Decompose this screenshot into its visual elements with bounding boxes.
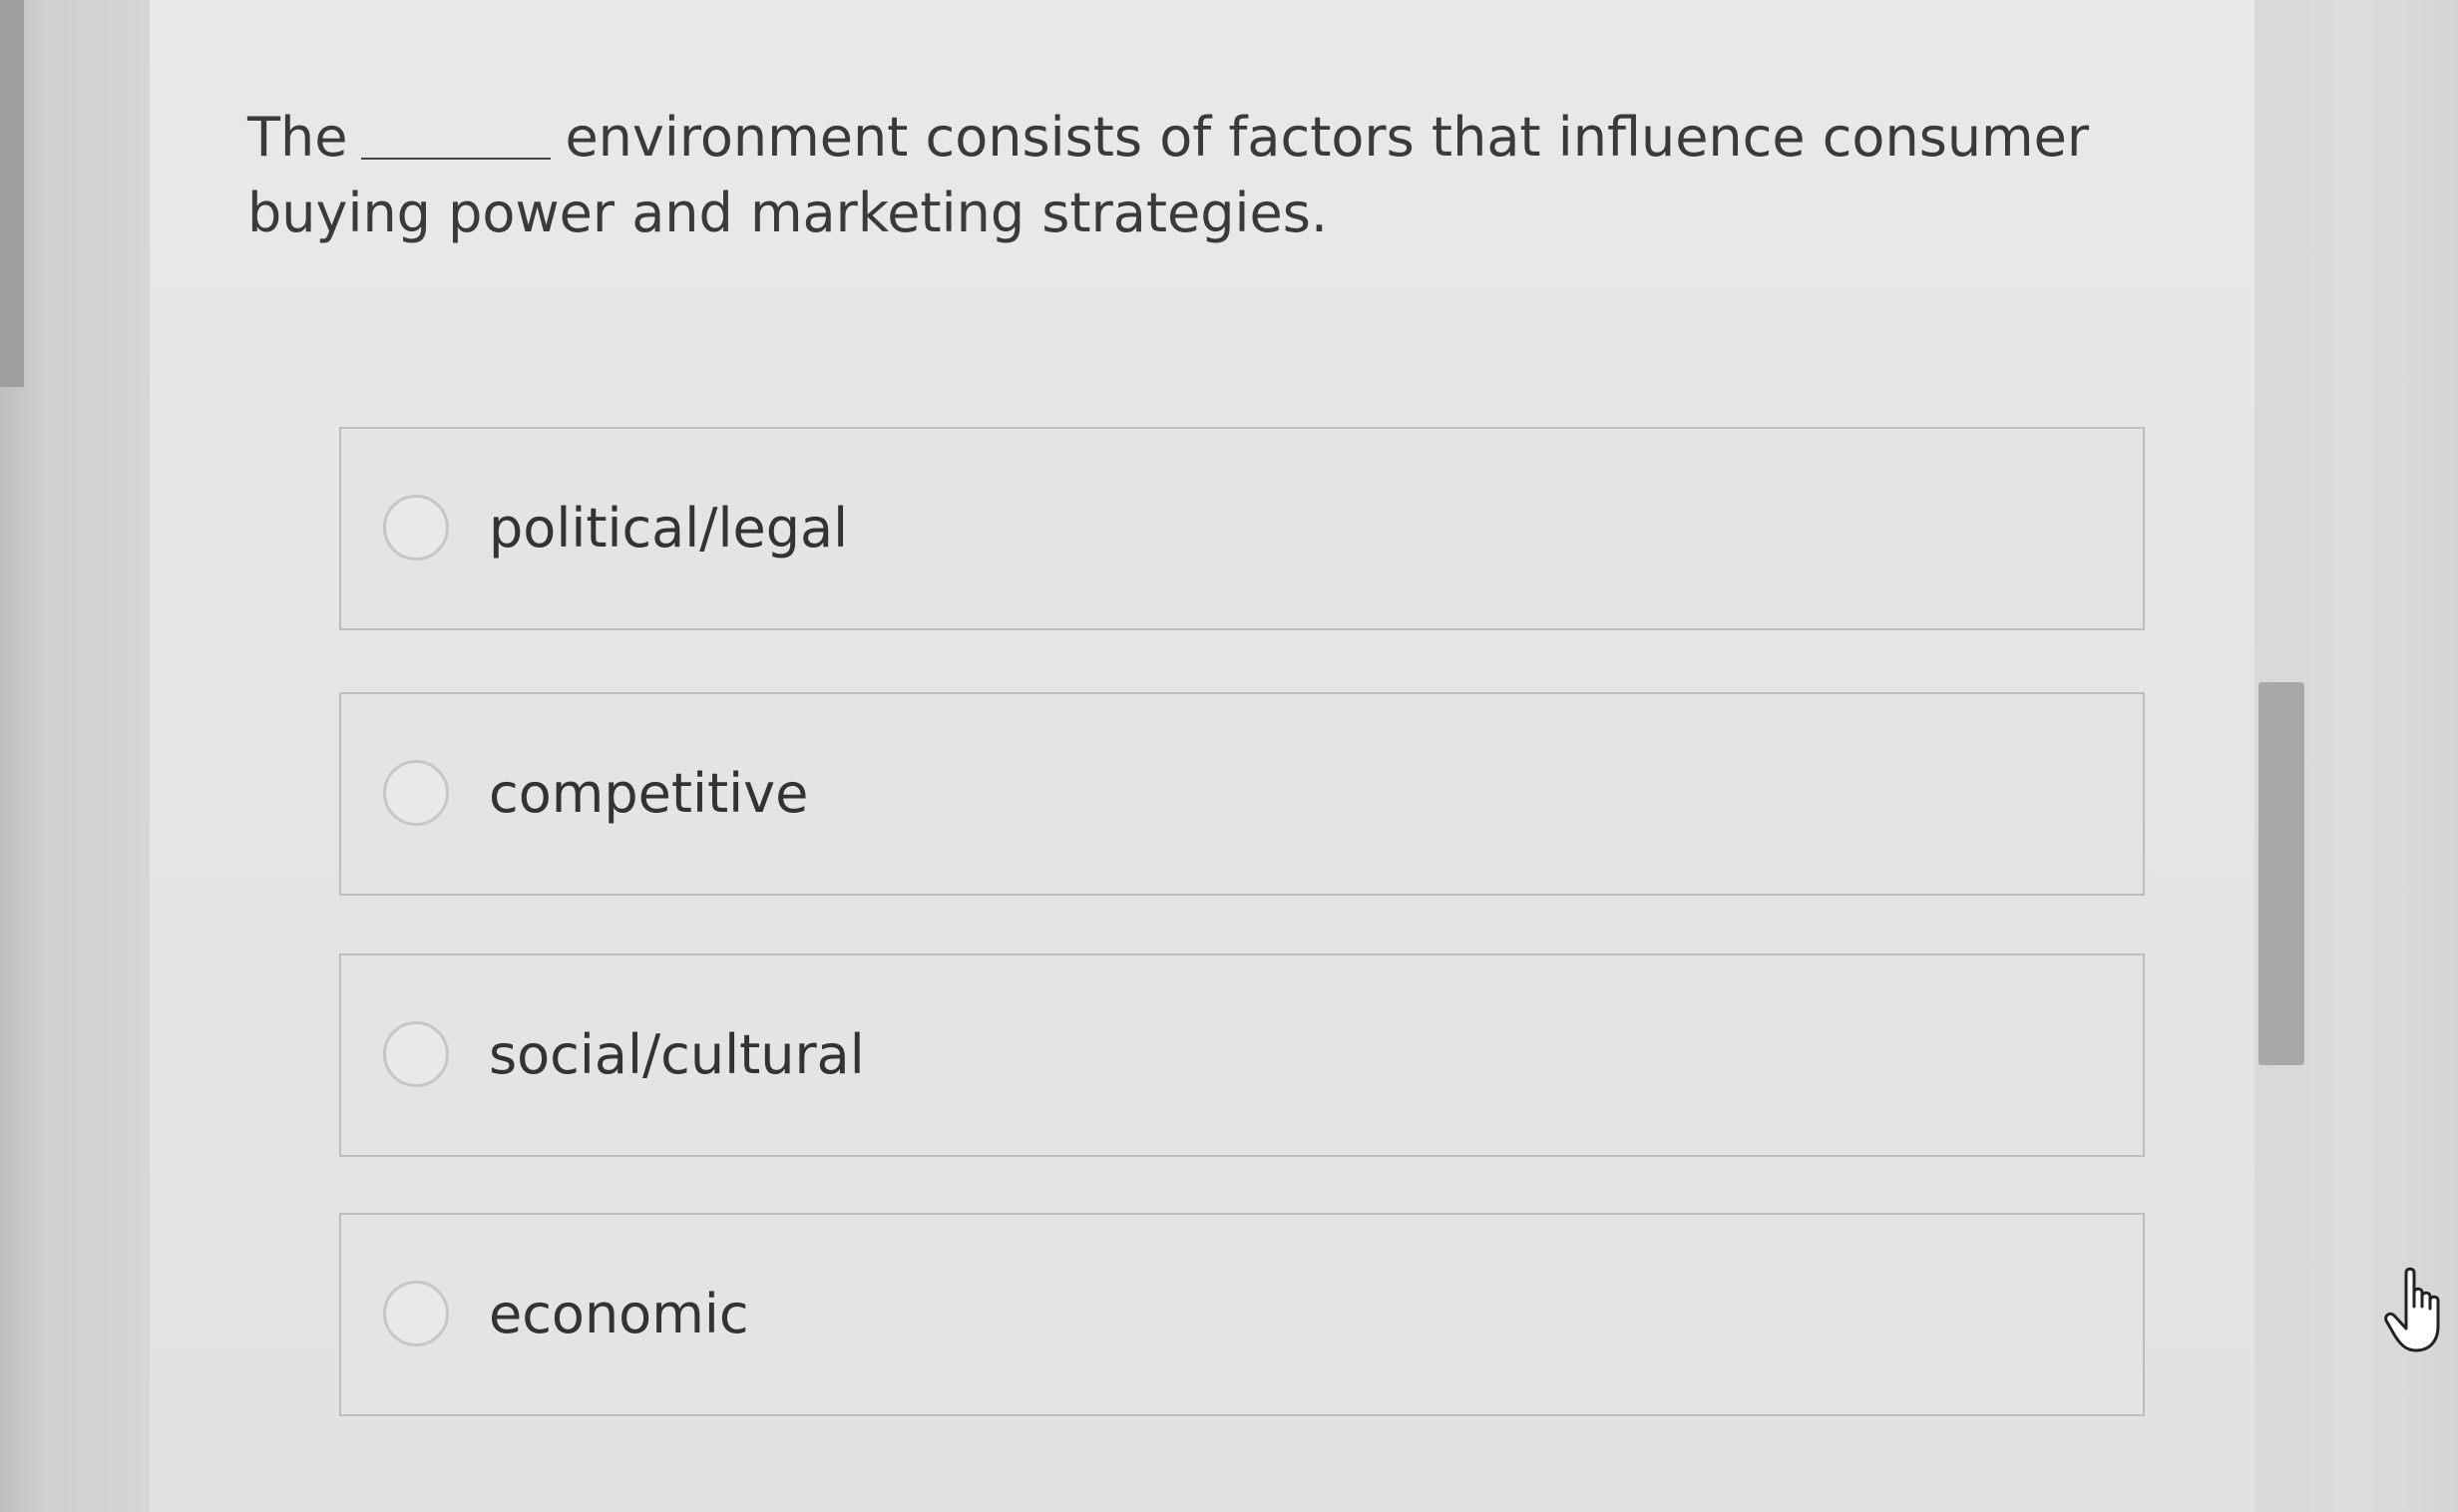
- answer-option-economic[interactable]: economic: [339, 1213, 2145, 1416]
- answer-option-label: economic: [489, 1283, 749, 1345]
- answer-option-label: competitive: [489, 762, 809, 825]
- question-suffix: environment consists of factors that inf…: [247, 106, 2090, 244]
- left-edge-bar: [0, 0, 24, 387]
- answer-option-political-legal[interactable]: political/legal: [339, 427, 2145, 630]
- fill-in-blank: [361, 158, 552, 160]
- answer-option-label: social/cultural: [489, 1023, 865, 1086]
- radio-button-icon[interactable]: [383, 1281, 449, 1346]
- hand-pointer-icon: [2384, 1267, 2440, 1352]
- question-text: The environment consists of factors that …: [247, 100, 2173, 251]
- radio-button-icon[interactable]: [383, 760, 449, 826]
- question-prefix: The: [247, 106, 348, 169]
- answer-option-label: political/legal: [489, 497, 849, 560]
- scrollbar-thumb[interactable]: [2258, 682, 2304, 1065]
- answer-option-competitive[interactable]: competitive: [339, 692, 2145, 896]
- radio-button-icon[interactable]: [383, 1021, 449, 1087]
- radio-button-icon[interactable]: [383, 495, 449, 561]
- answer-option-social-cultural[interactable]: social/cultural: [339, 953, 2145, 1157]
